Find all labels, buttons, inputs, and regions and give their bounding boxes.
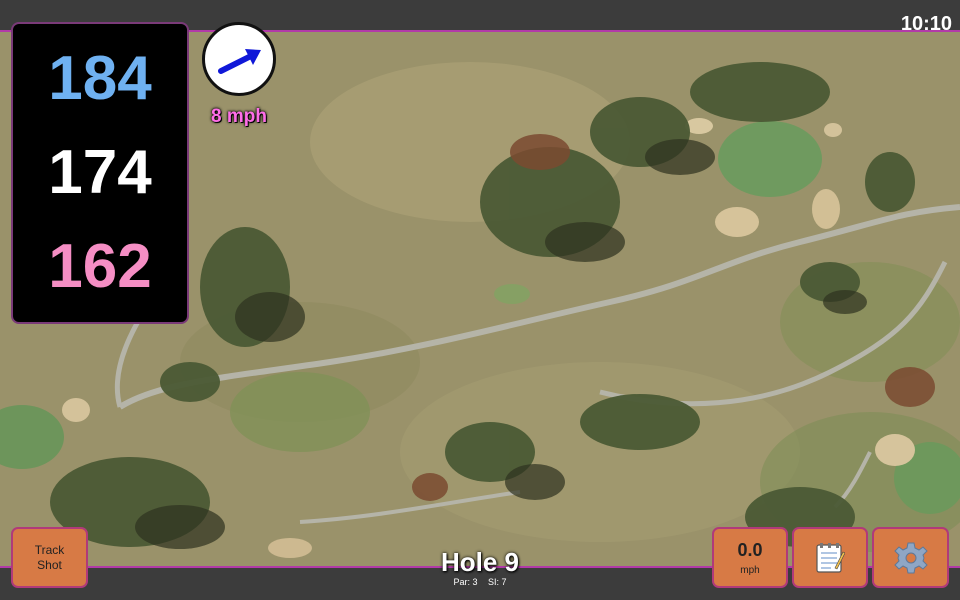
- speed-value: 0.0: [737, 539, 763, 560]
- hole-info: Hole 9 Par: 3 SI: 7: [380, 549, 580, 587]
- notes-button[interactable]: [792, 527, 868, 588]
- hole-stroke-index: SI: 7: [488, 577, 507, 587]
- track-shot-label-line1: Track: [34, 543, 65, 558]
- notepad-icon: [816, 542, 845, 573]
- wind-indicator: [202, 22, 276, 96]
- wind-arrow-icon: [218, 49, 261, 74]
- speed-button[interactable]: 0.0 mph: [712, 527, 788, 588]
- back-distance: 184: [48, 44, 152, 113]
- wind-speed: 8 mph: [211, 106, 267, 127]
- hole-details: Par: 3 SI: 7: [380, 577, 580, 587]
- front-distance: 162: [48, 232, 152, 301]
- speed-unit: mph: [740, 564, 760, 576]
- distance-panel: 184 174 162: [11, 22, 189, 324]
- hole-par: Par: 3: [453, 577, 478, 587]
- track-shot-label-line2: Shot: [37, 557, 62, 572]
- middle-distance: 174: [48, 138, 152, 207]
- settings-button[interactable]: [872, 527, 949, 588]
- hole-title: Hole 9: [440, 547, 520, 577]
- track-shot-button[interactable]: Track Shot: [11, 527, 88, 588]
- gear-icon: [893, 542, 928, 573]
